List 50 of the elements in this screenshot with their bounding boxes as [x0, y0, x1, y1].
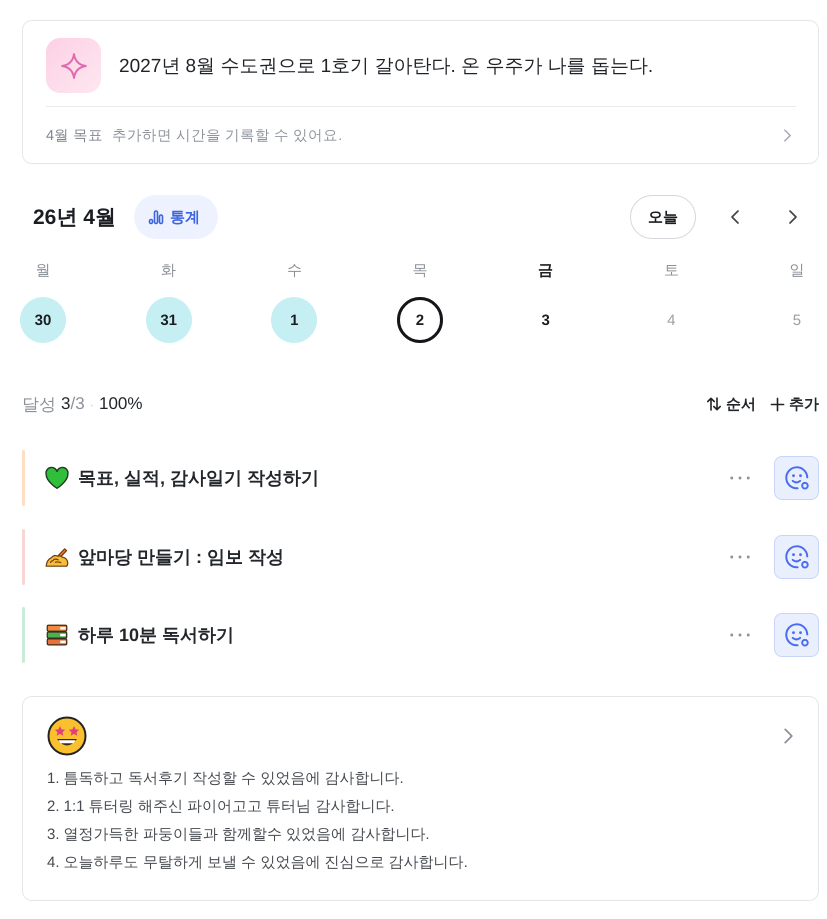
goal-text: 2027년 8월 수도권으로 1호기 갈아탄다. 온 우주가 나를 돕는다. — [119, 54, 654, 78]
month-title: 26년 4월 — [33, 205, 116, 231]
weekday-label: 월 — [36, 261, 50, 281]
reaction-button[interactable] — [774, 456, 819, 500]
smiley-icon — [782, 621, 810, 649]
heart-icon — [44, 465, 70, 491]
calendar-date[interactable]: 30 — [20, 297, 66, 343]
stats-button[interactable]: 통계 — [134, 195, 218, 239]
more-icon[interactable] — [729, 554, 751, 560]
chevron-left-icon[interactable] — [730, 209, 740, 225]
achievement-done: 3 — [61, 394, 70, 414]
books-icon — [44, 622, 70, 648]
weekday-label: 화 — [161, 261, 176, 281]
plus-icon — [770, 396, 785, 412]
weekday-label: 수 — [286, 261, 302, 281]
more-icon[interactable] — [729, 475, 751, 481]
achievement-label: 달성 — [22, 394, 56, 416]
month-goal-label: 4월 목표 — [46, 126, 104, 144]
add-button[interactable]: 추가 — [770, 394, 819, 414]
gratitude-line: 3. 열정가득한 파둥이들과 함께할수 있었음에 감사합니다. — [47, 825, 431, 845]
calendar-date[interactable]: 3 — [522, 297, 569, 343]
weekday-label: 금 — [538, 261, 554, 281]
more-icon[interactable] — [729, 632, 751, 638]
calendar-date[interactable]: 1 — [271, 297, 318, 343]
calendar-date[interactable]: 31 — [146, 297, 192, 343]
gratitude-line: 2. 1:1 튜터링 해주신 파이어고고 튜터님 감사합니다. — [47, 797, 396, 817]
today-button[interactable]: 오늘 — [630, 195, 696, 239]
reaction-button[interactable] — [774, 613, 819, 657]
gratitude-line: 1. 틈독하고 독서후기 작성할 수 있었음에 감사합니다. — [47, 769, 405, 789]
chevron-right-icon[interactable] — [788, 209, 798, 225]
task-title[interactable]: 목표, 실적, 감사일기 작성하기 — [78, 466, 320, 490]
calendar-date[interactable]: 2 — [396, 297, 443, 343]
gratitude-line: 4. 오늘하루도 무탈하게 보낼 수 있었음에 진심으로 감사합니다. — [47, 853, 469, 873]
goal-hint: 추가하면 시간을 기록할 수 있어요. — [112, 126, 344, 144]
achievement-percent: 100% — [99, 394, 142, 414]
weekday-label: 일 — [789, 261, 804, 281]
task-title[interactable]: 하루 10분 독서하기 — [78, 623, 234, 647]
achievement-total: /3 — [70, 394, 85, 414]
task-title[interactable]: 앞마당 만들기 : 임보 작성 — [78, 544, 284, 568]
reaction-button[interactable] — [774, 534, 819, 578]
sort-button[interactable]: 순서 — [706, 394, 756, 414]
weekday-label: 목 — [412, 261, 428, 281]
sparkle-icon — [46, 38, 101, 93]
bar-chart-icon — [148, 209, 164, 225]
weekday-label: 토 — [664, 261, 679, 281]
smiley-icon — [782, 542, 810, 570]
sort-icon — [706, 396, 722, 412]
separator: · — [90, 396, 94, 412]
smiley-icon — [782, 464, 810, 492]
star-eyes-face-icon — [47, 716, 87, 756]
